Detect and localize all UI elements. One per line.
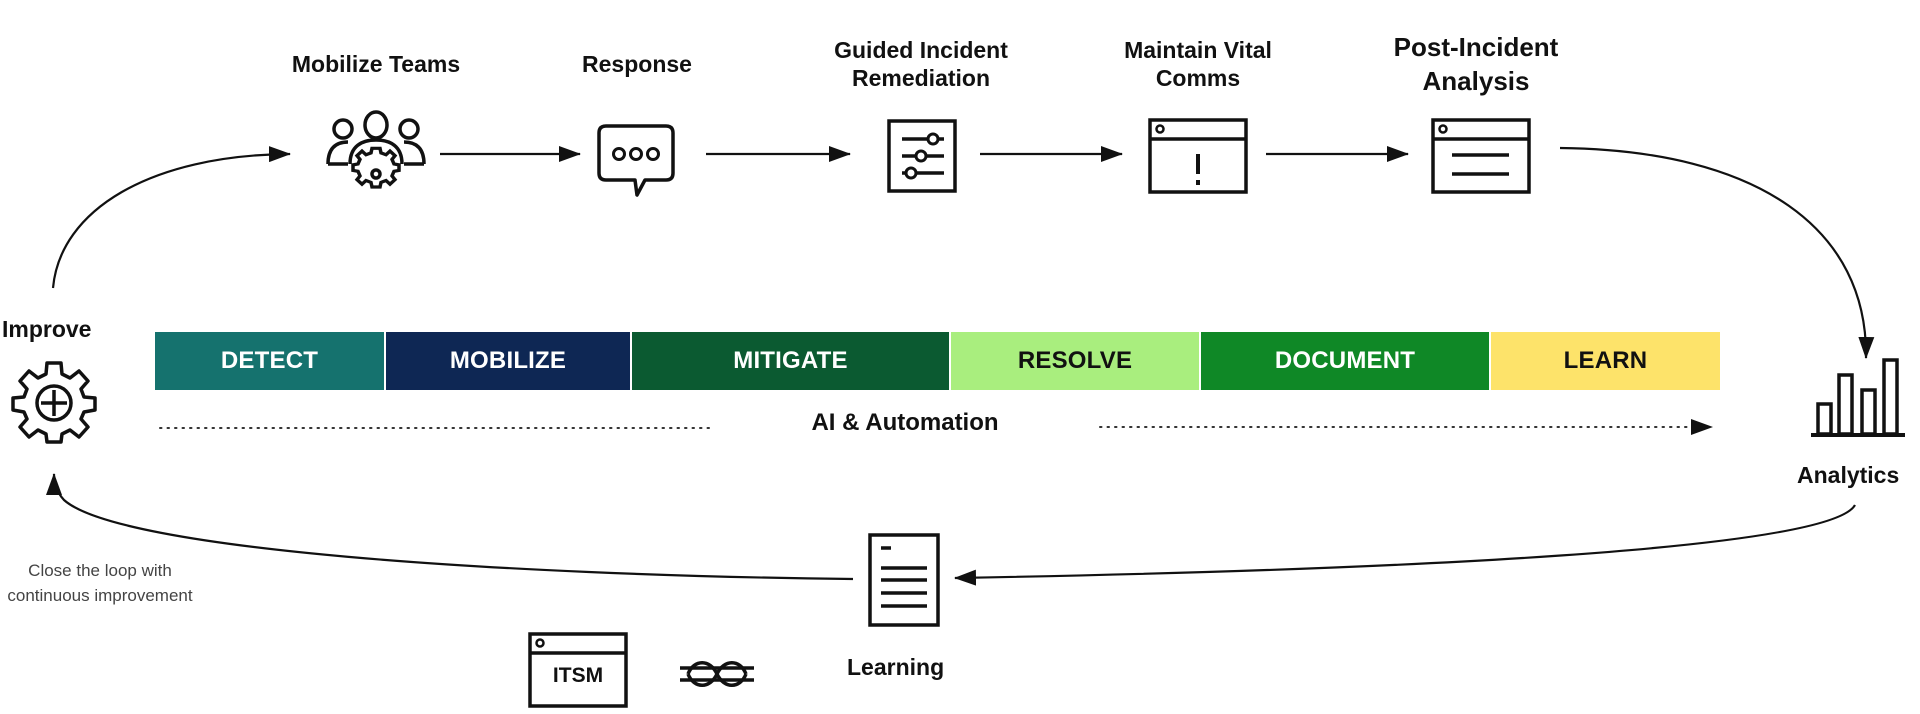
loop-note-line: Close the loop with	[28, 561, 172, 580]
knot-icon	[680, 655, 754, 693]
document-icon	[868, 533, 940, 627]
phase-mitigate: MITIGATE	[632, 332, 951, 390]
stage-label-line: Post-Incident	[1393, 32, 1559, 62]
learning-label: Learning	[847, 654, 945, 680]
sliders-document-icon	[887, 119, 957, 193]
alert-window-icon	[1148, 118, 1248, 194]
stage-label-line: Remediation	[851, 65, 991, 91]
stage-label-maintain-vital-comms: Maintain Vital Comms	[1124, 36, 1272, 92]
phase-resolve: RESOLVE	[951, 332, 1201, 390]
loop-note: Close the loop with continuous improveme…	[0, 558, 200, 608]
gear-plus-icon	[10, 360, 98, 444]
stage-label-line: Response	[582, 51, 692, 77]
stage-label-response: Response	[582, 50, 692, 78]
analytics-label: Analytics	[1797, 462, 1900, 488]
arrow-analysis-to-analytics	[1559, 146, 1875, 359]
bar-chart-icon	[1810, 357, 1906, 437]
improve-label: Improve	[2, 316, 92, 342]
report-window-icon	[1431, 118, 1531, 194]
phase-detect: DETECT	[155, 332, 386, 390]
loop-note-line: continuous improvement	[7, 586, 193, 605]
phase-bar: DETECT MOBILIZE MITIGATE RESOLVE DOCUMEN…	[155, 332, 1720, 390]
arrow-analytics-to-learning	[954, 504, 1856, 586]
stage-label-line: Guided Incident	[834, 37, 1008, 63]
phase-learn: LEARN	[1491, 332, 1720, 390]
stage-label-line: Analysis	[1422, 66, 1530, 96]
stage-label-guided-incident-remediation: Guided Incident Remediation	[834, 36, 1008, 92]
phase-document: DOCUMENT	[1201, 332, 1491, 390]
ai-automation-label: AI & Automation	[811, 409, 999, 436]
stage-label-post-incident-analysis: Post-Incident Analysis	[1394, 30, 1559, 98]
stage-label-line: Comms	[1155, 65, 1241, 91]
chat-bubble-icon	[597, 124, 675, 198]
team-gear-icon	[326, 110, 426, 198]
itsm-label: ITSM	[552, 664, 604, 687]
stage-label-line: Mobilize Teams	[291, 51, 461, 77]
arrow-improve-to-mobilize	[51, 146, 291, 289]
stage-label-line: Maintain Vital	[1124, 37, 1272, 63]
phase-mobilize: MOBILIZE	[386, 332, 632, 390]
stage-label-mobilize-teams: Mobilize Teams	[292, 50, 460, 78]
